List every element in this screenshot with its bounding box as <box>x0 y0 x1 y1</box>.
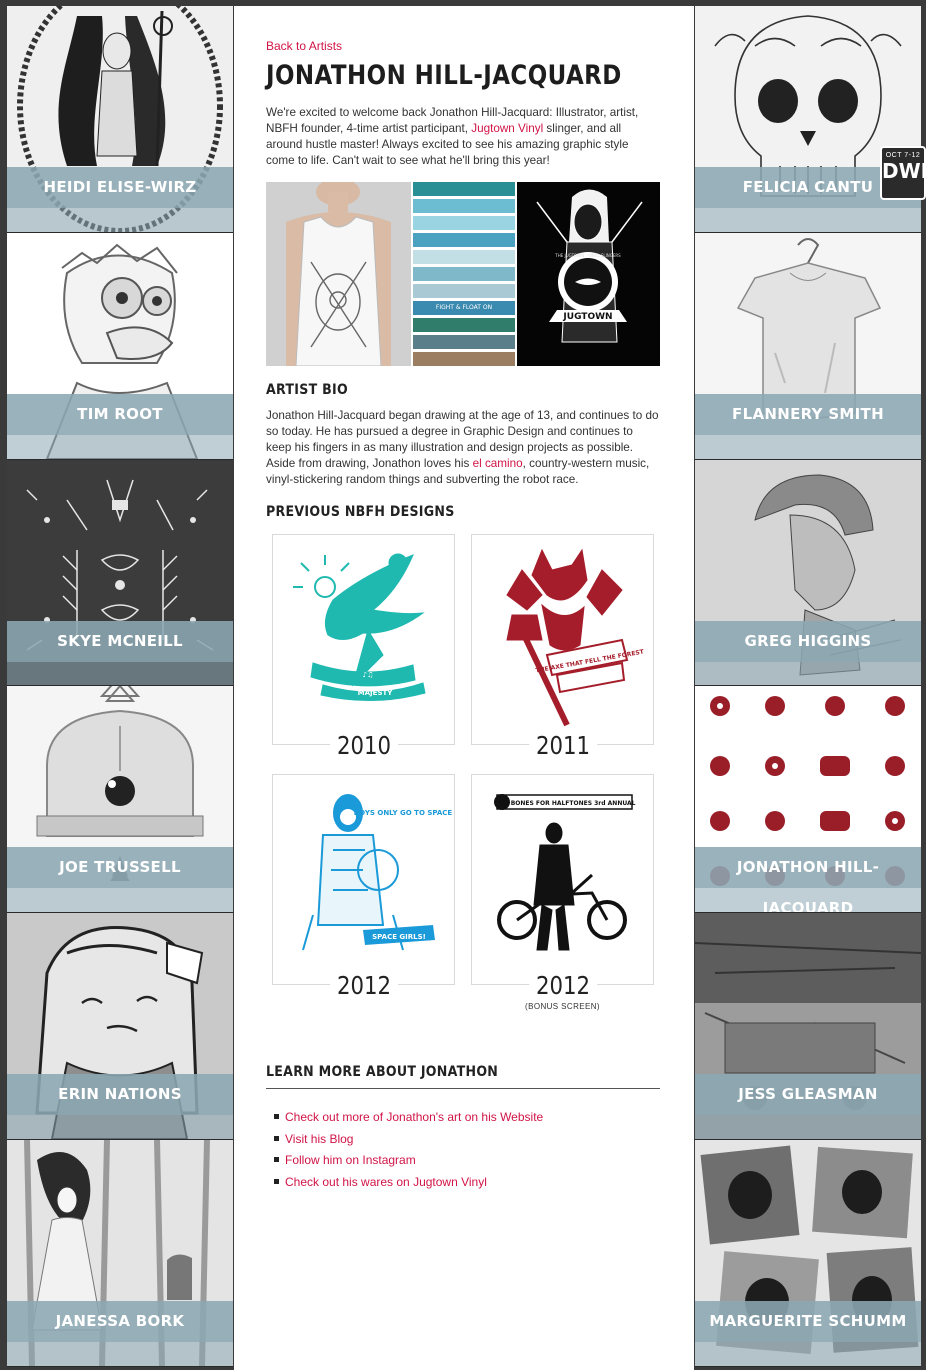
artwork-gallery: FIGHT & FLOAT ON JUGTOWN THE JUGTOWN · V… <box>266 182 660 366</box>
tank-top-photo[interactable] <box>266 182 411 366</box>
jugtown-wares-link[interactable]: Check out his wares on Jugtown Vinyl <box>274 1172 660 1194</box>
artist-name: JOE TRUSSELL <box>7 847 233 889</box>
artist-tile-marguerite[interactable]: MARGUERITE SCHUMM <box>695 1139 921 1367</box>
instagram-link[interactable]: Follow him on Instagram <box>274 1150 660 1172</box>
artist-name: JONATHON HILL-JACQUARD <box>695 847 921 912</box>
artist-tile-jonathon[interactable]: JONATHON HILL-JACQUARD <box>695 686 921 914</box>
artist-name: MARGUERITE SCHUMM <box>695 1300 921 1342</box>
dwp-event-badge[interactable]: OCT 7-12 DWP <box>880 146 926 200</box>
jugtown-poster-arc: THE JUGTOWN · VINYL SLINGERS <box>554 253 621 258</box>
artist-tile-greg[interactable]: GREG HIGGINS <box>695 459 921 687</box>
design-2012[interactable]: BOYS ONLY GO TO SPACE SPACE GIRLS! 2012 <box>272 774 455 1000</box>
website-link[interactable]: Check out more of Jonathon's art on his … <box>274 1107 660 1129</box>
artist-tile-flannery[interactable]: FLANNERY SMITH <box>695 232 921 460</box>
artist-name: ERIN NATIONS <box>7 1074 233 1116</box>
artist-name: SKYE MCNEILL <box>7 620 233 662</box>
artist-bio-paragraph: Jonathon Hill-Jacquard began drawing at … <box>266 408 660 488</box>
design-year: 2011 <box>528 731 597 760</box>
badge-dates: OCT 7-12 <box>885 152 921 159</box>
design-caption: MAJESTY <box>358 689 394 697</box>
stripes-caption: FIGHT & FLOAT ON <box>436 304 492 311</box>
bird-design-art: ♪♫ MAJESTY <box>293 553 426 702</box>
design-caption: NO BONES FOR HALFTONES 3rd ANNUAL <box>499 800 636 807</box>
artist-name: FLANNERY SMITH <box>695 393 921 435</box>
design-year: 2010 <box>329 731 398 760</box>
motorcycle-design-art: NO BONES FOR HALFTONES 3rd ANNUAL <box>494 794 636 951</box>
badge-logo: DWP <box>882 159 926 183</box>
intro-paragraph: We're excited to welcome back Jonathon H… <box>266 105 660 169</box>
jugtown-vinyl-link[interactable]: Jugtown Vinyl <box>471 122 543 135</box>
previous-designs-grid: ♪♫ MAJESTY 2010 THE AXE THAT FELL THE FO… <box>266 534 660 1054</box>
artist-tile-heidi[interactable]: HEIDI ELISE-WIRZ <box>7 6 233 233</box>
design-2012-bonus[interactable]: NO BONES FOR HALFTONES 3rd ANNUAL 2012 (… <box>471 774 654 1011</box>
design-caption-2: SPACE GIRLS! <box>372 933 426 941</box>
blog-link[interactable]: Visit his Blog <box>274 1129 660 1151</box>
artist-detail-panel: Back to Artists JONATHON HILL-JACQUARD W… <box>234 6 694 1370</box>
page-title: JONATHON HILL-JACQUARD <box>266 60 622 91</box>
artist-tile-joe[interactable]: JOE TRUSSELL <box>7 686 233 914</box>
left-artist-column: HEIDI ELISE-WIRZ TIM ROOT SKYE MCNEILL J… <box>7 6 233 1367</box>
design-2011[interactable]: THE AXE THAT FELL THE FOREST 2011 <box>471 534 654 760</box>
artist-name: TIM ROOT <box>7 393 233 435</box>
artist-tile-jess[interactable]: JESS GLEASMAN <box>695 913 921 1140</box>
design-caption: BOYS ONLY GO TO SPACE <box>354 809 453 817</box>
artist-tile-erin[interactable]: ERIN NATIONS <box>7 913 233 1140</box>
artist-name: JESS GLEASMAN <box>695 1074 921 1116</box>
bonus-screen-note: (BONUS SCREEN) <box>525 1002 600 1011</box>
right-artist-column: FELICIA CANTU FLANNERY SMITH GREG HIGGIN… <box>695 6 921 1367</box>
section-divider <box>266 1088 660 1089</box>
artist-tile-skye[interactable]: SKYE MCNEILL <box>7 459 233 687</box>
back-to-artists-link[interactable]: Back to Artists <box>266 39 660 53</box>
artist-tile-janessa[interactable]: JANESSA BORK <box>7 1139 233 1367</box>
jugtown-poster-title: JUGTOWN <box>562 312 612 322</box>
design-year: 2012 <box>329 971 398 1000</box>
design-2010[interactable]: ♪♫ MAJESTY 2010 <box>272 534 455 760</box>
wolves-axe-design-art: THE AXE THAT FELL THE FOREST <box>506 548 645 727</box>
artist-name: GREG HIGGINS <box>695 620 921 662</box>
artist-bio-heading: ARTIST BIO <box>266 382 348 398</box>
learn-more-links: Check out more of Jonathon's art on his … <box>274 1107 660 1193</box>
learn-more-heading: LEARN MORE ABOUT JONATHON <box>266 1064 499 1080</box>
artist-name: HEIDI ELISE-WIRZ <box>7 167 233 208</box>
jugtown-poster-artwork[interactable]: JUGTOWN THE JUGTOWN · VINYL SLINGERS <box>517 182 660 366</box>
artist-name: JANESSA BORK <box>7 1300 233 1342</box>
previous-designs-heading: PREVIOUS NBFH DESIGNS <box>266 504 455 520</box>
design-year: 2012 <box>528 971 597 1000</box>
el-camino-link[interactable]: el camino <box>473 457 523 470</box>
sky-stripes-artwork[interactable]: FIGHT & FLOAT ON <box>411 182 517 366</box>
artist-tile-tim[interactable]: TIM ROOT <box>7 232 233 460</box>
svg-text:♪♫: ♪♫ <box>363 671 374 679</box>
space-girl-design-art: BOYS ONLY GO TO SPACE SPACE GIRLS! <box>302 794 453 951</box>
